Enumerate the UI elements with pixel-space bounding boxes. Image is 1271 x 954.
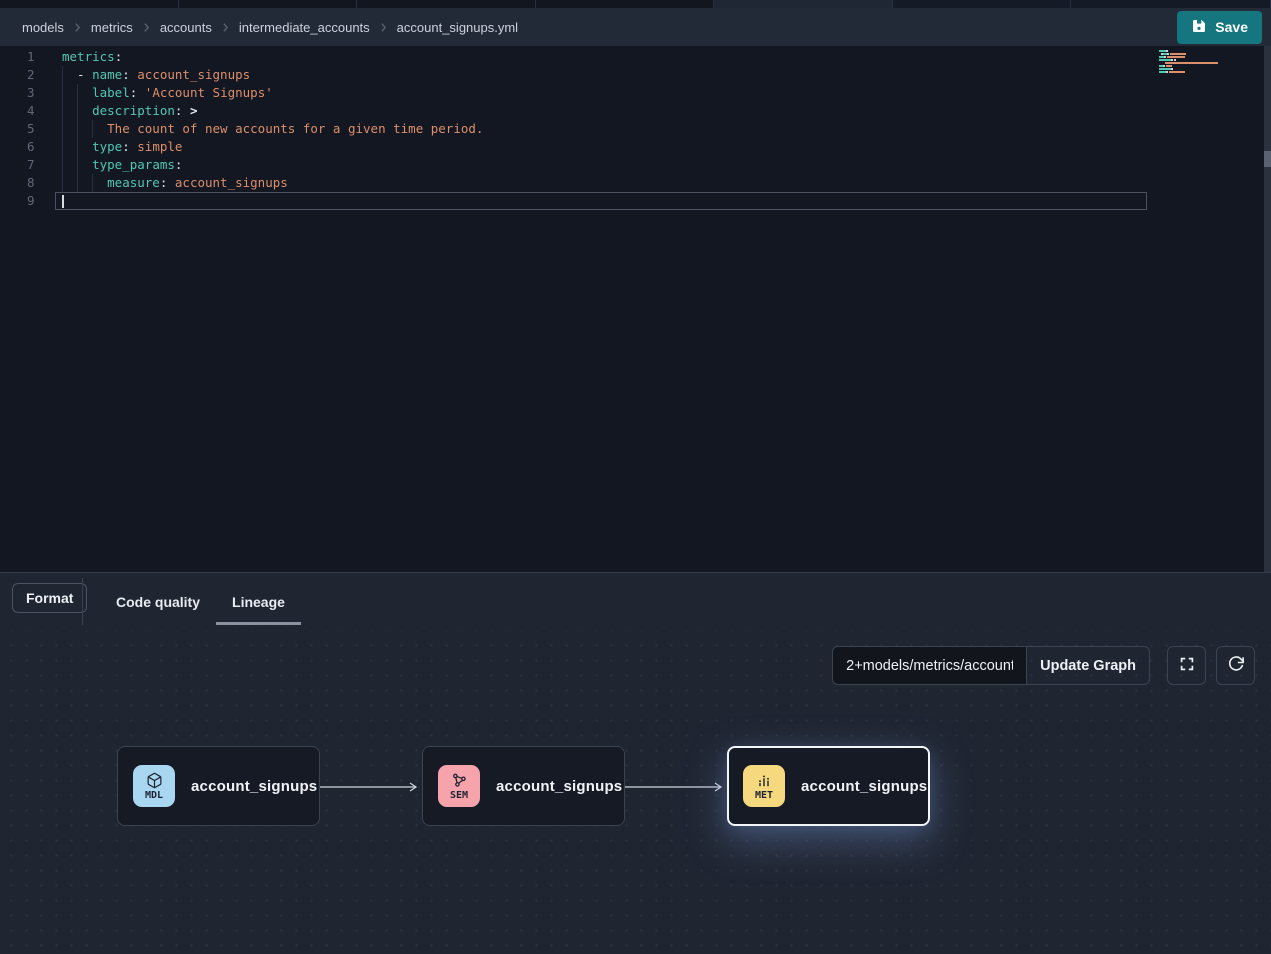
editor-scrollbar[interactable] <box>1264 46 1271 572</box>
line-number: 6 <box>0 138 55 156</box>
node-type-badge: MDL <box>133 765 175 807</box>
fullscreen-button[interactable] <box>1167 646 1206 685</box>
bottom-panel: Format Code qualityLineage Update Graph <box>0 572 1271 954</box>
lineage-edge <box>625 780 727 792</box>
scrollbar-thumb[interactable] <box>1264 151 1271 167</box>
editor-tab[interactable] <box>357 0 536 8</box>
semantic-network-icon <box>451 772 467 789</box>
breadcrumb: models metrics accounts intermediate_accoun… <box>22 20 518 35</box>
editor-tab[interactable] <box>179 0 358 8</box>
code-line: 9 <box>0 192 1147 210</box>
code-line-content[interactable]: type_params: <box>55 156 1147 174</box>
editor-tab[interactable] <box>536 0 715 8</box>
minimap[interactable] <box>1159 50 1259 77</box>
node-label: account_signups <box>496 778 622 795</box>
vertical-divider <box>82 578 83 625</box>
lineage-canvas[interactable]: Update Graph <box>0 631 1271 954</box>
line-number: 5 <box>0 120 55 138</box>
breadcrumb-item[interactable]: accounts <box>160 20 212 35</box>
save-floppy-icon <box>1191 18 1207 37</box>
node-type-label: MDL <box>145 790 163 801</box>
editor-tab[interactable] <box>893 0 1072 8</box>
code-line: 8 measure: account_signups <box>0 174 1147 192</box>
code-line: 1metrics: <box>0 48 1147 66</box>
lineage-selector-group: Update Graph <box>832 646 1150 685</box>
line-number: 7 <box>0 156 55 174</box>
save-button[interactable]: Save <box>1177 11 1262 44</box>
code-line: 6 type: simple <box>0 138 1147 156</box>
code-line-content[interactable]: type: simple <box>55 138 1147 156</box>
node-type-badge: MET <box>743 765 785 807</box>
code-editor[interactable]: 1metrics:2 - name: account_signups3 labe… <box>0 46 1271 572</box>
lineage-node-met[interactable]: MET account_signups <box>727 746 930 826</box>
code-line-content[interactable]: metrics: <box>55 48 1147 66</box>
text-cursor <box>62 195 64 208</box>
chevron-right-icon <box>219 21 232 34</box>
editor-tab[interactable] <box>1071 0 1271 8</box>
ide-app: models metrics accounts intermediate_accoun… <box>0 0 1271 954</box>
editor-tab[interactable] <box>0 0 179 8</box>
lineage-selector-input[interactable] <box>833 647 1026 684</box>
lineage-edge <box>320 780 422 792</box>
refresh-button[interactable] <box>1216 646 1255 685</box>
chevron-right-icon <box>377 21 390 34</box>
panel-tabs: Code qualityLineage <box>100 573 301 631</box>
node-label: account_signups <box>801 778 927 795</box>
code-line-content[interactable]: - name: account_signups <box>55 66 1147 84</box>
update-graph-button[interactable]: Update Graph <box>1026 647 1149 684</box>
code-line-content[interactable]: description: > <box>55 102 1147 120</box>
editor-tab-active[interactable] <box>714 0 893 8</box>
node-type-label: MET <box>755 790 773 801</box>
chevron-right-icon <box>71 21 84 34</box>
node-type-badge: SEM <box>438 765 480 807</box>
tab-lineage[interactable]: Lineage <box>216 573 301 631</box>
breadcrumb-item[interactable]: intermediate_accounts <box>239 20 370 35</box>
node-type-label: SEM <box>450 790 468 801</box>
code-line: 5 The count of new accounts for a given … <box>0 120 1147 138</box>
line-number: 2 <box>0 66 55 84</box>
fullscreen-icon <box>1178 655 1196 676</box>
lineage-node-mdl[interactable]: MDL account_signups <box>117 746 320 826</box>
code-line: 7 type_params: <box>0 156 1147 174</box>
format-button[interactable]: Format <box>12 583 87 613</box>
code-line-content[interactable] <box>55 192 1147 210</box>
tab-code-quality[interactable]: Code quality <box>100 573 216 631</box>
panel-tab-bar: Format Code qualityLineage <box>0 573 1271 631</box>
save-button-label: Save <box>1215 19 1248 35</box>
code-line-content[interactable]: label: 'Account Signups' <box>55 84 1147 102</box>
code-line-content[interactable]: measure: account_signups <box>55 174 1147 192</box>
lineage-controls: Update Graph <box>832 646 1255 685</box>
model-cube-icon <box>146 772 163 789</box>
breadcrumb-item[interactable]: models <box>22 20 64 35</box>
lineage-node-sem[interactable]: SEM account_signups <box>422 746 625 826</box>
refresh-icon <box>1227 655 1245 676</box>
code-line: 3 label: 'Account Signups' <box>0 84 1147 102</box>
breadcrumb-item[interactable]: metrics <box>91 20 133 35</box>
line-number: 4 <box>0 102 55 120</box>
node-label: account_signups <box>191 778 317 795</box>
metric-chart-icon <box>756 772 772 789</box>
line-number: 3 <box>0 84 55 102</box>
chevron-right-icon <box>140 21 153 34</box>
breadcrumb-item[interactable]: account_signups.yml <box>397 20 518 35</box>
line-number: 1 <box>0 48 55 66</box>
editor-tab-strip <box>0 0 1271 8</box>
line-number: 8 <box>0 174 55 192</box>
code-line: 2 - name: account_signups <box>0 66 1147 84</box>
code-line: 4 description: > <box>0 102 1147 120</box>
code-line-content[interactable]: The count of new accounts for a given ti… <box>55 120 1147 138</box>
line-number: 9 <box>0 192 55 210</box>
file-header-bar: models metrics accounts intermediate_accoun… <box>0 8 1271 46</box>
